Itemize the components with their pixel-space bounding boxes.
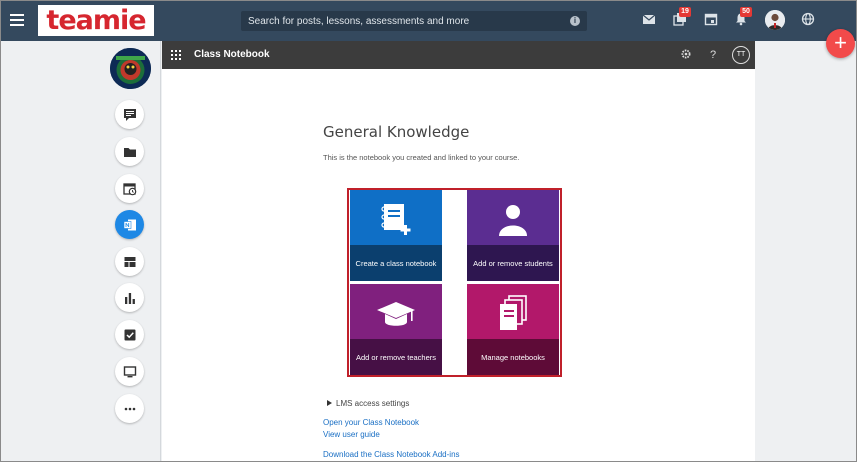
app-window: teamie i 19 50 + [0,0,857,462]
calendar-icon[interactable] [704,12,720,28]
top-bar: teamie i 19 50 [1,1,856,41]
page-title: Class Notebook [194,49,270,60]
mail-icon[interactable] [642,12,658,28]
tile-label: Add or remove students [467,245,559,281]
info-icon[interactable]: i [570,16,580,26]
menu-icon[interactable] [10,14,24,26]
add-button[interactable]: + [826,29,855,58]
dashboard-icon [124,256,135,267]
monitor-icon [123,365,136,377]
comments-icon [123,108,136,121]
create-notebook-tile[interactable]: Create a class notebook [350,190,442,281]
lms-settings-label: LMS access settings [336,399,410,408]
sidebar-presentation-button[interactable] [115,357,144,386]
tile-label: Create a class notebook [350,245,442,281]
sidebar-analytics-button[interactable] [115,283,144,312]
lessons-badge: 19 [679,7,691,17]
notifications-badge: 50 [740,7,752,17]
checkbox-icon [124,329,135,340]
settings-icon[interactable] [679,48,693,62]
notebooks-icon [500,295,527,330]
graduation-cap-icon [377,302,415,326]
notebook-description: This is the notebook you created and lin… [323,153,520,162]
sidebar-class-notebook-button[interactable] [115,210,144,239]
globe-icon[interactable] [801,12,817,28]
folder-icon [123,147,136,157]
help-icon[interactable]: ? [706,48,720,62]
manage-notebooks-tile[interactable]: Manage notebooks [467,284,559,375]
course-image[interactable] [110,48,151,89]
class-notebook-header: Class Notebook ? TT [162,41,755,69]
student-icon [499,205,527,236]
sidebar-tasks-button[interactable] [115,320,144,349]
manage-teachers-tile[interactable]: Add or remove teachers [350,284,442,375]
logo-text: teamie [46,5,146,36]
tile-label: Add or remove teachers [350,339,442,375]
download-addins-link[interactable]: Download the Class Notebook Add-ins [323,450,460,459]
user-guide-link[interactable]: View user guide [323,430,380,439]
open-notebook-link[interactable]: Open your Class Notebook [323,418,419,427]
account-avatar[interactable]: TT [732,46,750,64]
lms-settings-toggle[interactable]: LMS access settings [327,399,409,408]
tile-label: Manage notebooks [467,339,559,375]
sidebar-posts-button[interactable] [115,100,144,129]
bar-chart-icon [124,292,135,304]
expand-triangle-icon [327,400,332,406]
onenote-icon [123,219,136,230]
teamie-logo[interactable]: teamie [38,5,154,36]
notebook-title: General Knowledge [323,123,470,141]
notebook-actions-grid: Create a class notebook Add or remove st… [347,188,562,377]
sidebar-dashboard-button[interactable] [115,247,144,276]
main-content: Class Notebook ? TT General Knowledge Th… [162,41,755,461]
more-icon [124,407,135,410]
search-input[interactable] [248,11,558,31]
user-avatar[interactable] [765,10,785,30]
app-launcher-icon[interactable] [171,50,181,60]
sidebar-more-button[interactable] [115,394,144,423]
notebook-add-icon [381,204,411,235]
calendar-clock-icon [122,182,136,195]
sidebar-files-button[interactable] [115,137,144,166]
sidebar-calendar-button[interactable] [115,174,144,203]
manage-students-tile[interactable]: Add or remove students [467,190,559,281]
course-sidebar [1,41,161,461]
search-bar: i [241,11,587,31]
